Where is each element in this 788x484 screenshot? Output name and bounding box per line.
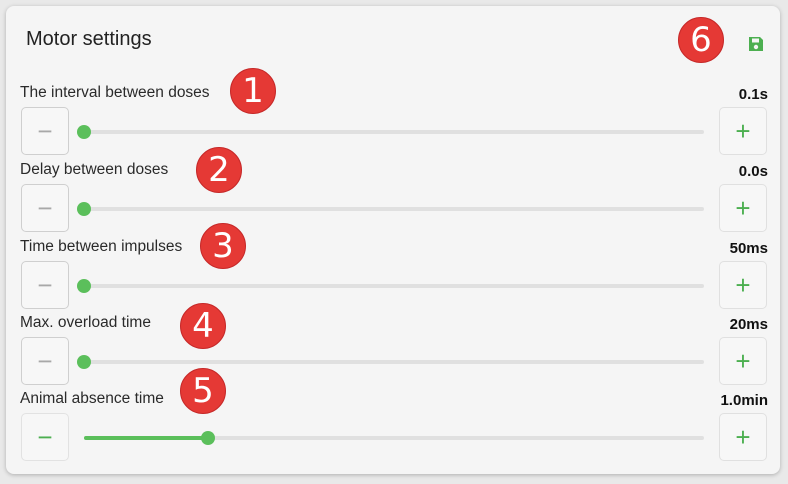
decrement-button[interactable]: −	[21, 413, 69, 461]
setting-max-overload-time: Max. overload time 20ms − +	[0, 314, 788, 392]
slider-thumb[interactable]	[77, 355, 91, 369]
minus-icon: −	[37, 270, 53, 300]
decrement-button[interactable]: −	[21, 337, 69, 385]
panel-title: Motor settings	[26, 28, 152, 50]
plus-icon: +	[735, 270, 751, 300]
increment-button[interactable]: +	[719, 261, 767, 309]
increment-button[interactable]: +	[719, 413, 767, 461]
slider-track[interactable]	[77, 125, 704, 139]
save-icon	[749, 37, 763, 51]
setting-time-between-impulses: Time between impulses 50ms − +	[0, 238, 788, 316]
increment-button[interactable]: +	[719, 107, 767, 155]
plus-icon: +	[735, 422, 751, 452]
setting-value: 0.1s	[738, 86, 768, 103]
setting-label: Animal absence time	[20, 390, 164, 407]
annotation-badge-4: 4	[180, 303, 226, 349]
plus-icon: +	[735, 346, 751, 376]
annotation-badge-5: 5	[180, 368, 226, 414]
annotation-badge-6: 6	[678, 17, 724, 63]
decrement-button[interactable]: −	[21, 184, 69, 232]
slider-fill	[84, 436, 208, 440]
decrement-button[interactable]: −	[21, 107, 69, 155]
decrement-button[interactable]: −	[21, 261, 69, 309]
slider-thumb[interactable]	[77, 125, 91, 139]
setting-label: Max. overload time	[20, 314, 151, 331]
annotation-badge-2: 2	[196, 147, 242, 193]
slider-thumb[interactable]	[201, 431, 215, 445]
setting-interval-between-doses: The interval between doses 0.1s − +	[0, 84, 788, 162]
increment-button[interactable]: +	[719, 184, 767, 232]
annotation-badge-1: 1	[230, 68, 276, 114]
minus-icon: −	[37, 346, 53, 376]
setting-label: Delay between doses	[20, 161, 169, 178]
increment-button[interactable]: +	[719, 337, 767, 385]
plus-icon: +	[735, 116, 751, 146]
setting-label: The interval between doses	[20, 84, 210, 101]
slider-thumb[interactable]	[77, 279, 91, 293]
setting-label: Time between impulses	[20, 238, 183, 255]
minus-icon: −	[37, 116, 53, 146]
setting-value: 20ms	[729, 316, 768, 333]
annotation-badge-3: 3	[200, 223, 246, 269]
slider-track[interactable]	[84, 431, 704, 445]
slider-track[interactable]	[77, 202, 704, 216]
minus-icon: −	[37, 193, 53, 223]
save-button[interactable]	[745, 33, 767, 55]
setting-value: 50ms	[729, 240, 768, 257]
setting-animal-absence-time: Animal absence time 1.0min − +	[0, 390, 788, 468]
setting-value: 0.0s	[738, 163, 768, 180]
minus-icon: −	[37, 422, 53, 452]
setting-value: 1.0min	[720, 392, 768, 409]
setting-delay-between-doses: Delay between doses 0.0s − +	[0, 161, 788, 239]
slider-thumb[interactable]	[77, 202, 91, 216]
plus-icon: +	[735, 193, 751, 223]
slider-track[interactable]	[77, 279, 704, 293]
slider-track[interactable]	[77, 355, 704, 369]
